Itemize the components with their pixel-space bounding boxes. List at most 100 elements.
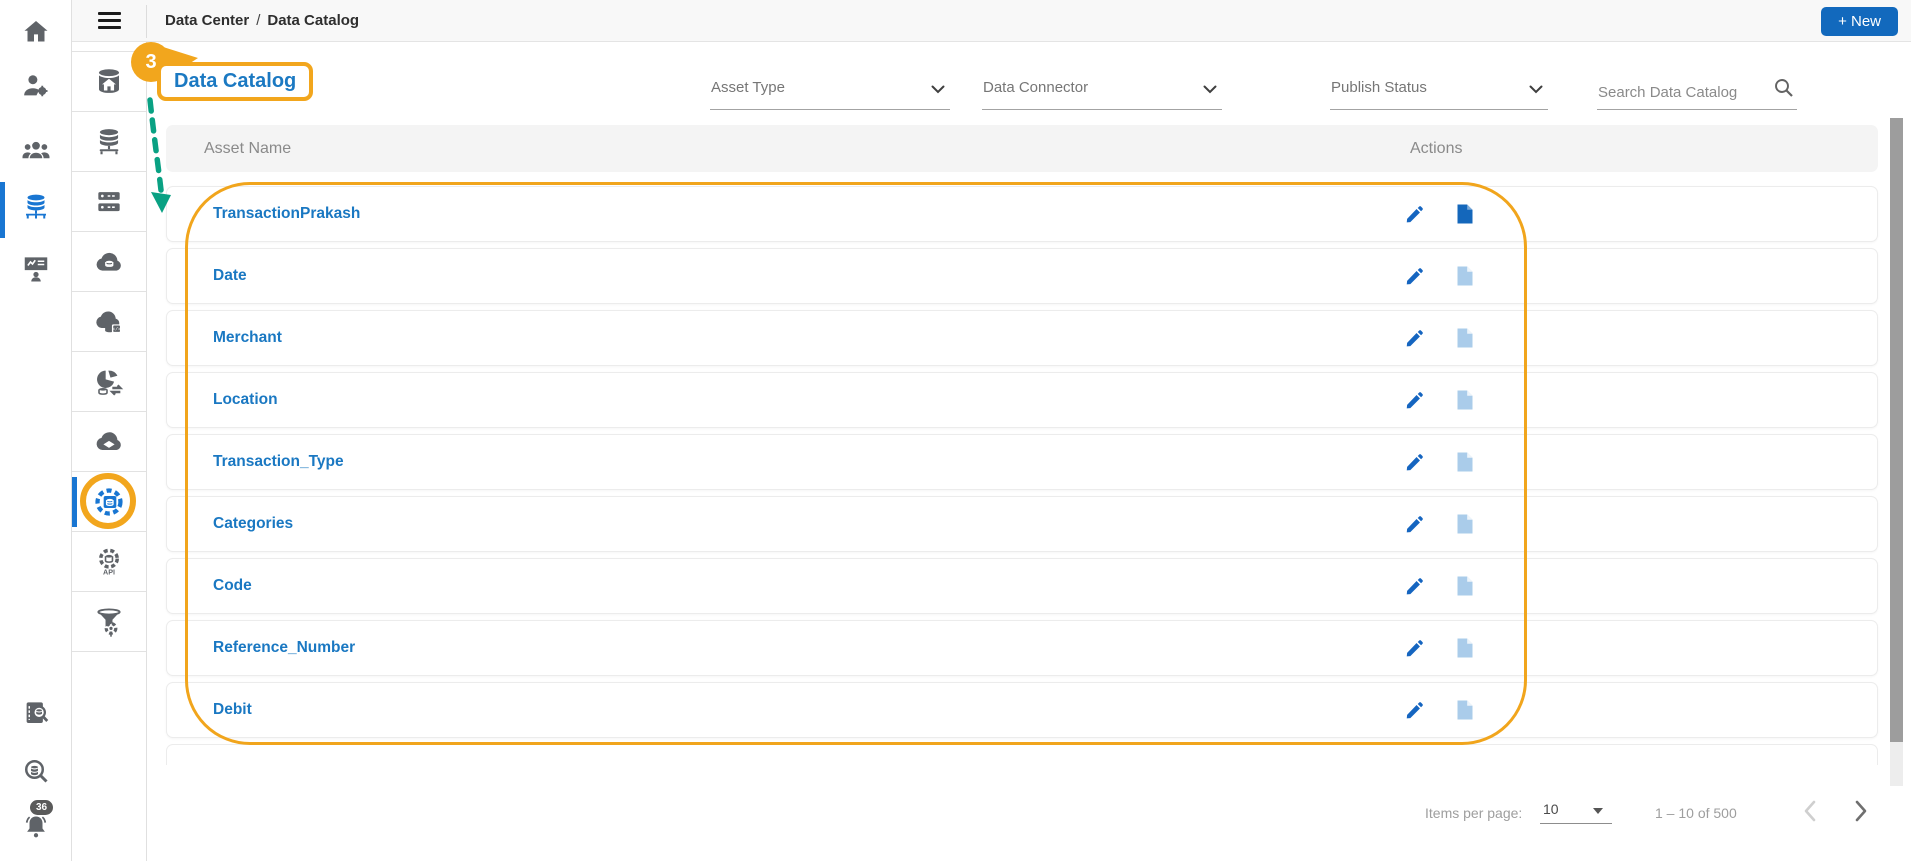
table-row: TransactionPrakash bbox=[166, 186, 1878, 242]
edit-pencil-icon[interactable] bbox=[1404, 637, 1426, 659]
table-row: Transaction_Type bbox=[166, 434, 1878, 490]
breadcrumb: Data Center / Data Catalog bbox=[165, 0, 359, 42]
filter-asset-type[interactable]: Asset Type bbox=[710, 62, 950, 110]
edit-pencil-icon[interactable] bbox=[1404, 451, 1426, 473]
api-gear-icon: API bbox=[99, 548, 119, 576]
cloud-database-code-icon: </> bbox=[96, 310, 122, 333]
page-title: Data Catalog bbox=[157, 62, 314, 101]
file-document-icon[interactable] bbox=[1453, 450, 1477, 474]
search-field bbox=[1597, 62, 1797, 110]
primary-sidebar: 36 bbox=[0, 0, 72, 861]
file-document-icon[interactable] bbox=[1453, 326, 1477, 350]
file-document-icon[interactable] bbox=[1453, 512, 1477, 536]
asset-name-link[interactable]: Code bbox=[213, 559, 252, 613]
edit-pencil-icon[interactable] bbox=[1404, 513, 1426, 535]
items-per-page-value: 10 bbox=[1543, 801, 1559, 817]
file-document-icon[interactable] bbox=[1453, 202, 1477, 226]
sidebar-item-data-sources[interactable] bbox=[72, 112, 146, 172]
edit-pencil-icon[interactable] bbox=[1404, 699, 1426, 721]
asset-name-link[interactable]: Date bbox=[213, 249, 247, 303]
table-row: Merchant bbox=[166, 310, 1878, 366]
sidebar-item-api[interactable]: API bbox=[72, 532, 146, 592]
breadcrumb-item-data-catalog[interactable]: Data Catalog bbox=[267, 12, 359, 29]
dropdown-arrow-icon bbox=[1593, 808, 1603, 814]
active-nav-indicator bbox=[72, 477, 77, 527]
table-row: Code bbox=[166, 558, 1878, 614]
asset-name-link[interactable]: Transaction_Type bbox=[213, 435, 344, 489]
table-row-partial bbox=[166, 744, 1878, 765]
next-page-button[interactable] bbox=[1848, 798, 1874, 824]
sidebar-item-cloud[interactable] bbox=[72, 412, 146, 472]
cloud-database-icon bbox=[96, 252, 121, 271]
secondary-sidebar: </> API bbox=[72, 0, 147, 861]
table-row: Location bbox=[166, 372, 1878, 428]
search-icon[interactable] bbox=[1773, 77, 1795, 99]
pie-exchange-icon bbox=[97, 370, 124, 396]
items-per-page-select[interactable]: 10 bbox=[1540, 798, 1612, 824]
topbar-divider bbox=[146, 5, 147, 38]
edit-pencil-icon[interactable] bbox=[1404, 265, 1426, 287]
chevron-down-icon bbox=[931, 85, 945, 94]
api-icon-label: API bbox=[103, 567, 115, 576]
pagination-range: 1 – 10 of 500 bbox=[1655, 805, 1737, 821]
asset-name-link[interactable]: TransactionPrakash bbox=[213, 187, 360, 241]
previous-page-button[interactable] bbox=[1798, 798, 1824, 824]
sidebar-item-cloud-data[interactable] bbox=[72, 232, 146, 292]
breadcrumb-separator: / bbox=[256, 12, 261, 29]
database-home-icon bbox=[99, 68, 119, 93]
chevron-down-icon bbox=[1203, 85, 1217, 94]
asset-name-link[interactable]: Reference_Number bbox=[213, 621, 355, 675]
column-header-asset-name: Asset Name bbox=[204, 140, 292, 157]
sidebar-item-data-funnel[interactable] bbox=[72, 592, 146, 652]
home-icon[interactable] bbox=[21, 17, 51, 47]
cloud-icon bbox=[96, 431, 121, 450]
edit-pencil-icon[interactable] bbox=[1404, 575, 1426, 597]
table-header: Asset Name Actions bbox=[166, 125, 1878, 172]
users-group-icon[interactable] bbox=[21, 135, 51, 165]
table-row: Reference_Number bbox=[166, 620, 1878, 676]
file-document-icon[interactable] bbox=[1453, 574, 1477, 598]
file-document-icon[interactable] bbox=[1453, 388, 1477, 412]
filter-publish-status-label: Publish Status bbox=[1331, 79, 1427, 96]
filter-publish-status[interactable]: Publish Status bbox=[1330, 62, 1548, 110]
server-racks-icon bbox=[98, 191, 120, 211]
new-button[interactable]: + New bbox=[1821, 7, 1898, 36]
file-document-icon[interactable] bbox=[1453, 698, 1477, 722]
hamburger-menu-icon[interactable] bbox=[98, 12, 121, 29]
scrollbar-thumb[interactable] bbox=[1890, 118, 1903, 742]
ml-presentation-icon[interactable] bbox=[21, 253, 51, 283]
search-input[interactable] bbox=[1598, 84, 1763, 101]
asset-name-link[interactable]: Debit bbox=[213, 683, 252, 737]
filter-data-connector[interactable]: Data Connector bbox=[982, 62, 1222, 110]
column-header-actions: Actions bbox=[1410, 140, 1463, 157]
table-row: Debit bbox=[166, 682, 1878, 738]
table-row: Date bbox=[166, 248, 1878, 304]
user-admin-icon[interactable] bbox=[21, 71, 51, 101]
items-per-page-label: Items per page: bbox=[1425, 805, 1523, 821]
asset-name-link[interactable]: Merchant bbox=[213, 311, 282, 365]
table-row: Categories bbox=[166, 496, 1878, 552]
data-center-icon[interactable] bbox=[21, 192, 51, 222]
file-document-icon[interactable] bbox=[1453, 636, 1477, 660]
scrollbar-track[interactable] bbox=[1890, 118, 1903, 786]
edit-pencil-icon[interactable] bbox=[1404, 327, 1426, 349]
svg-text:</>: </> bbox=[112, 326, 121, 332]
sidebar-item-data-exchange[interactable] bbox=[72, 352, 146, 412]
file-document-icon[interactable] bbox=[1453, 264, 1477, 288]
sidebar-item-cloud-code[interactable]: </> bbox=[72, 292, 146, 352]
catalog-search-icon[interactable] bbox=[21, 698, 51, 728]
asset-name-link[interactable]: Categories bbox=[213, 497, 293, 551]
sidebar-item-data-catalog-active[interactable] bbox=[72, 472, 146, 532]
database-server-icon bbox=[99, 128, 119, 154]
breadcrumb-item-data-center[interactable]: Data Center bbox=[165, 12, 249, 29]
filter-data-connector-label: Data Connector bbox=[983, 79, 1089, 96]
chevron-down-icon bbox=[1529, 85, 1543, 94]
edit-pencil-icon[interactable] bbox=[1404, 203, 1426, 225]
notification-count-badge: 36 bbox=[30, 800, 54, 815]
filter-asset-type-label: Asset Type bbox=[711, 79, 785, 96]
asset-name-link[interactable]: Location bbox=[213, 373, 278, 427]
notifications-bell-icon[interactable] bbox=[21, 812, 51, 842]
data-search-icon[interactable] bbox=[21, 756, 51, 786]
edit-pencil-icon[interactable] bbox=[1404, 389, 1426, 411]
sidebar-item-servers[interactable] bbox=[72, 172, 146, 232]
